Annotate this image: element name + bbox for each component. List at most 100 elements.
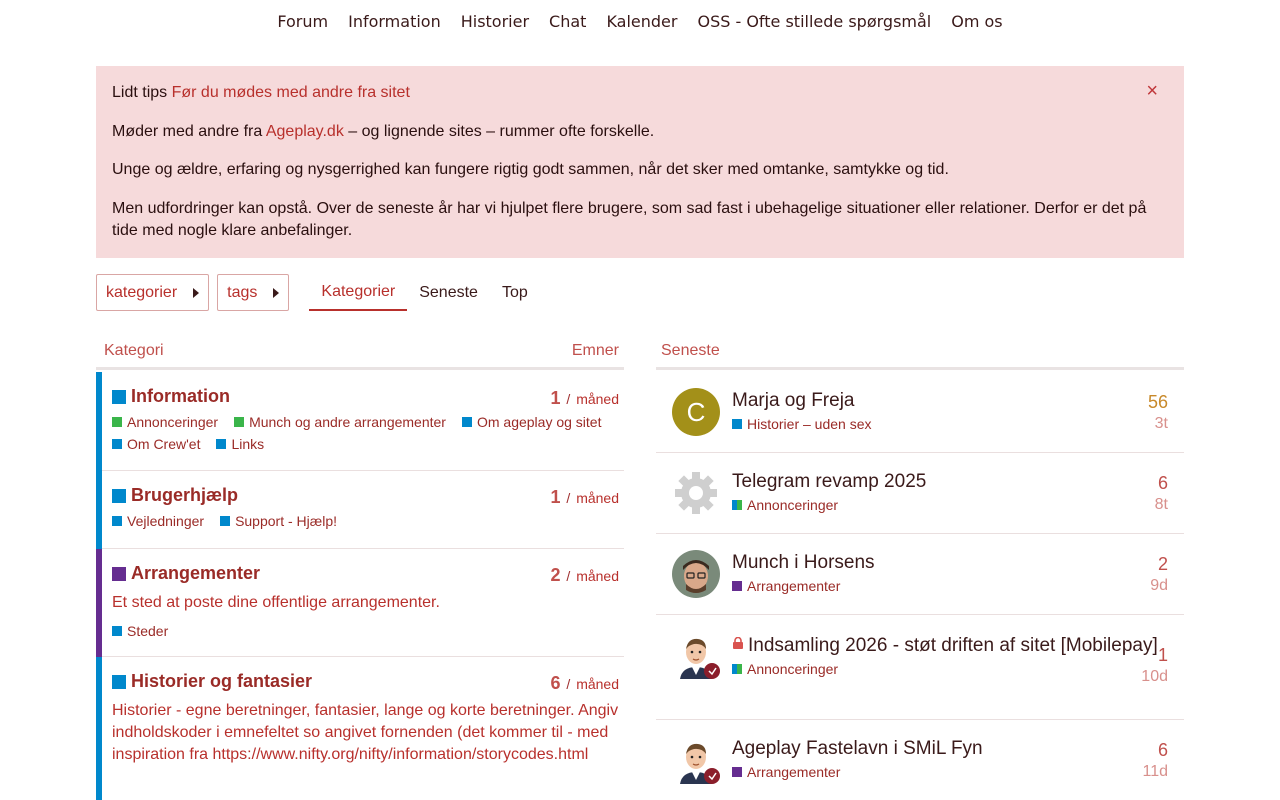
topic-age[interactable]: 9d [1150,577,1168,595]
topic-count-number: 6 [550,673,561,693]
subcategory-square-icon [112,626,122,636]
subcategory-name[interactable]: Links [231,433,264,455]
topic-category-name[interactable]: Annonceringer [747,497,838,513]
latest-topic-list: C Marja og Freja Historier – uden sex 56 3t T… [656,372,1184,800]
topic-title-text[interactable]: Marja og Freja [732,390,855,411]
subcategory-link[interactable]: Links [216,433,264,455]
topic-title-text[interactable]: Ageplay Fastelavn i SMiL Fyn [732,738,983,759]
subcategory-link[interactable]: Steder [112,620,168,642]
nav-faq[interactable]: OSS - Ofte stillede spørgsmål [697,12,931,31]
nav-historier[interactable]: Historier [461,12,529,31]
topic-row[interactable]: Munch i Horsens Arrangementer 2 9d [656,534,1184,615]
categories-dropdown[interactable]: kategorier [96,274,210,311]
reply-count[interactable]: 1 [1141,645,1168,666]
topic-title[interactable]: Indsamling 2026 - støt driften af sitet … [732,631,1168,659]
topic-age[interactable]: 3t [1148,415,1168,433]
photo-avatar[interactable] [672,550,720,598]
topic-title-text[interactable]: Telegram revamp 2025 [732,471,926,492]
topic-row[interactable]: Telegram revamp 2025 Annonceringer 6 8t [656,453,1184,534]
reply-count[interactable]: 2 [1150,554,1168,575]
category-square-icon [732,419,742,429]
cartoon-avatar[interactable] [672,736,720,784]
nav-forum[interactable]: Forum [277,12,328,31]
gear-avatar[interactable] [672,469,720,517]
topic-row[interactable]: Indsamling 2026 - støt driften af sitet … [656,615,1184,720]
categories-header: Kategori Emner [96,334,624,370]
category-title[interactable]: Information [112,386,619,407]
topic-title-text[interactable]: Munch i Horsens [732,552,875,573]
subcategory-link[interactable]: Munch og andre arrangementer [234,411,446,433]
cartoon-avatar[interactable] [672,631,720,679]
subcategory-list: Steder [112,620,619,642]
topic-title[interactable]: Munch i Horsens [732,550,1168,576]
topic-category-badge[interactable]: Annonceringer [732,661,1168,677]
category-name[interactable]: Information [131,386,230,407]
topic-category-name[interactable]: Arrangementer [747,764,840,780]
subcategory-name[interactable]: Annonceringer [127,411,218,433]
topic-category-name[interactable]: Arrangementer [747,578,840,594]
topic-age[interactable]: 10d [1141,668,1168,686]
category-row: Information 1 / måned Annonceringer Munch o… [96,372,624,471]
reply-count[interactable]: 6 [1155,473,1168,494]
topic-category-name[interactable]: Historier – uden sex [747,416,872,432]
reply-count[interactable]: 6 [1142,740,1168,761]
category-topic-count: 1 / måned [551,487,620,508]
filter-bar: kategorier tags Kategorier Seneste Top [96,274,540,311]
category-name[interactable]: Brugerhjælp [131,485,238,506]
topic-age[interactable]: 8t [1155,496,1168,514]
subcategory-name[interactable]: Steder [127,620,168,642]
banner-intro-link[interactable]: Før du mødes med andre fra sitet [172,84,410,101]
category-color-bar [96,372,102,471]
topic-category-badge[interactable]: Arrangementer [732,764,1168,780]
tab-categories[interactable]: Kategorier [309,274,408,311]
subcategory-name[interactable]: Vejledninger [127,510,204,532]
nav-kalender[interactable]: Kalender [606,12,677,31]
category-title[interactable]: Brugerhjælp [112,485,619,506]
subcategory-name[interactable]: Munch og andre arrangementer [249,411,446,433]
subcategory-name[interactable]: Support - Hjælp! [235,510,337,532]
topic-count-period: måned [576,391,619,407]
category-square-icon [732,767,742,777]
subcategory-link[interactable]: Annonceringer [112,411,218,433]
category-color-bar [96,657,102,800]
category-name[interactable]: Arrangementer [131,563,260,584]
category-name[interactable]: Historier og fantasier [131,671,312,692]
topic-row[interactable]: Ageplay Fastelavn i SMiL Fyn Arrangemente… [656,720,1184,800]
category-description: Historier - egne beretninger, fantasier,… [112,702,619,763]
topic-category-badge[interactable]: Historier – uden sex [732,416,1168,432]
topic-category-badge[interactable]: Annonceringer [732,497,1168,513]
category-title[interactable]: Arrangementer [112,563,619,584]
subcategory-name[interactable]: Om ageplay og sitet [477,411,602,433]
category-title[interactable]: Historier og fantasier [112,671,619,692]
close-icon[interactable]: × [1146,80,1158,102]
category-row: Historier og fantasier 6 / måned Historier… [96,657,624,800]
nav-information[interactable]: Information [348,12,441,31]
subcategory-link[interactable]: Om ageplay og sitet [461,411,602,433]
topic-row[interactable]: C Marja og Freja Historier – uden sex 56 3t [656,372,1184,453]
topic-title[interactable]: Telegram revamp 2025 [732,469,1168,495]
reply-count[interactable]: 56 [1148,392,1168,413]
topic-category-name[interactable]: Annonceringer [747,661,838,677]
subcategory-link[interactable]: Support - Hjælp! [220,510,337,532]
user-avatar[interactable]: C [672,388,720,436]
tab-top[interactable]: Top [490,274,540,311]
subcategory-square-icon [234,417,245,427]
subcategory-link[interactable]: Vejledninger [112,510,204,532]
subcategory-link[interactable]: Om Crew'et [112,433,200,455]
tab-latest[interactable]: Seneste [407,274,490,311]
topic-title-text[interactable]: Indsamling 2026 - støt driften af sitet … [748,635,1158,656]
topic-age[interactable]: 11d [1142,763,1168,781]
topic-title[interactable]: Marja og Freja [732,388,1168,414]
topic-title[interactable]: Ageplay Fastelavn i SMiL Fyn [732,736,1168,762]
nav-chat[interactable]: Chat [549,12,586,31]
category-square-icon [112,488,126,503]
subcategory-square-icon [461,417,472,427]
subcategory-name[interactable]: Om Crew'et [127,433,200,455]
category-square-icon [112,674,126,689]
ageplay-link[interactable]: Ageplay.dk [266,123,344,140]
topic-category-badge[interactable]: Arrangementer [732,578,1168,594]
nav-about[interactable]: Om os [951,12,1002,31]
tags-dropdown[interactable]: tags [217,274,290,311]
category-square-icon [732,500,742,510]
latest-header: Seneste [656,334,1184,370]
